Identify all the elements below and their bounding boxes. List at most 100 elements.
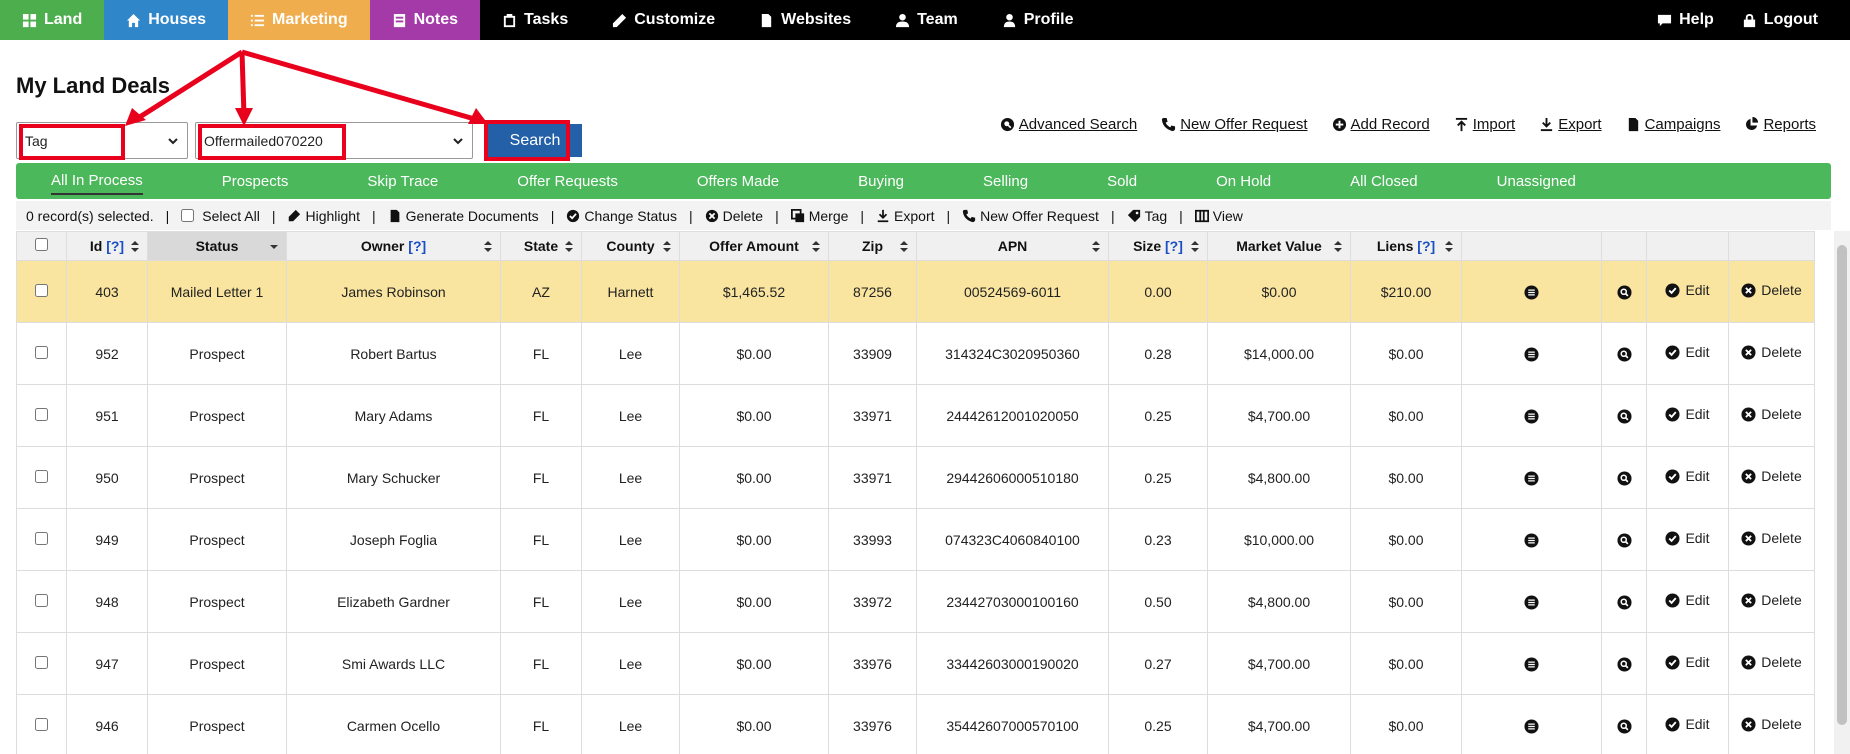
- edit-button[interactable]: Edit: [1665, 592, 1710, 608]
- notes-list-icon[interactable]: [1524, 471, 1539, 486]
- row-checkbox[interactable]: [35, 469, 48, 483]
- notes-list-icon[interactable]: [1524, 595, 1539, 610]
- nav-customize[interactable]: Customize: [590, 0, 738, 40]
- nav-help[interactable]: Help: [1643, 0, 1728, 40]
- view-button[interactable]: View: [1194, 208, 1243, 224]
- column-header-zip[interactable]: Zip: [828, 231, 917, 261]
- select-all-checkbox[interactable]: [181, 209, 195, 222]
- table-row[interactable]: 948 Prospect Elizabeth Gardner FL Lee $0.00 33…: [16, 570, 1815, 633]
- delete-button[interactable]: Delete: [1741, 592, 1802, 608]
- export-link[interactable]: Export: [1539, 116, 1602, 133]
- select-all-toggle[interactable]: Select All: [181, 208, 260, 224]
- tab-skip-trace[interactable]: Skip Trace: [367, 169, 438, 194]
- nav-notes[interactable]: Notes: [369, 0, 481, 40]
- table-row[interactable]: 949 Prospect Joseph Foglia FL Lee $0.00 33993 0…: [16, 508, 1815, 571]
- import-link[interactable]: Import: [1454, 116, 1515, 133]
- notes-list-icon[interactable]: [1524, 409, 1539, 424]
- column-header-size[interactable]: Size [?]: [1108, 231, 1208, 261]
- column-header-liens[interactable]: Liens [?]: [1350, 231, 1462, 261]
- highlight-button[interactable]: Highlight: [287, 208, 360, 224]
- scrollbar[interactable]: [1834, 231, 1850, 754]
- tab-sold[interactable]: Sold: [1107, 169, 1137, 194]
- delete-button[interactable]: Delete: [1741, 344, 1802, 360]
- nav-websites[interactable]: Websites: [737, 0, 874, 40]
- row-checkbox[interactable]: [35, 655, 48, 669]
- notes-list-icon[interactable]: [1524, 719, 1539, 734]
- header-checkbox[interactable]: [35, 238, 48, 251]
- notes-list-icon[interactable]: [1524, 657, 1539, 672]
- campaigns-link[interactable]: Campaigns: [1626, 116, 1720, 133]
- advanced-search-link[interactable]: Advanced Search: [1000, 116, 1137, 133]
- bulk-export-button[interactable]: Export: [876, 208, 935, 224]
- new-offer-request-link[interactable]: New Offer Request: [1161, 116, 1308, 133]
- row-checkbox[interactable]: [35, 407, 48, 421]
- tab-offer-requests[interactable]: Offer Requests: [517, 169, 618, 194]
- help-link[interactable]: [?]: [408, 238, 426, 254]
- column-header-apn[interactable]: APN: [916, 231, 1109, 261]
- help-link[interactable]: [?]: [106, 238, 124, 254]
- delete-button[interactable]: Delete: [1741, 716, 1802, 732]
- merge-button[interactable]: Merge: [790, 208, 848, 224]
- edit-button[interactable]: Edit: [1665, 530, 1710, 546]
- row-checkbox[interactable]: [35, 593, 48, 607]
- table-row[interactable]: 952 Prospect Robert Bartus FL Lee $0.00 33909 3…: [16, 322, 1815, 385]
- help-link[interactable]: [?]: [1417, 238, 1435, 254]
- tag-button[interactable]: Tag: [1127, 208, 1167, 224]
- row-checkbox[interactable]: [35, 717, 48, 731]
- column-header-status[interactable]: Status: [147, 231, 287, 261]
- delete-button[interactable]: Delete: [1741, 530, 1802, 546]
- reports-link[interactable]: Reports: [1744, 116, 1816, 133]
- tab-all-in-process[interactable]: All In Process: [51, 168, 143, 195]
- table-row[interactable]: 947 Prospect Smi Awards LLC FL Lee $0.00 33976…: [16, 632, 1815, 695]
- tab-offers-made[interactable]: Offers Made: [697, 169, 779, 194]
- table-row[interactable]: 946 Prospect Carmen Ocello FL Lee $0.00 33976 3…: [16, 694, 1815, 754]
- edit-button[interactable]: Edit: [1665, 654, 1710, 670]
- bulk-new-offer-button[interactable]: New Offer Request: [962, 208, 1099, 224]
- row-checkbox[interactable]: [35, 345, 48, 359]
- column-header-id[interactable]: Id [?]: [66, 231, 148, 261]
- notes-list-icon[interactable]: [1524, 285, 1539, 300]
- table-row[interactable]: 403 Mailed Letter 1 James Robinson AZ Harnet…: [16, 260, 1815, 323]
- search-icon[interactable]: [1616, 657, 1632, 672]
- delete-button[interactable]: Delete: [1741, 406, 1802, 422]
- tab-selling[interactable]: Selling: [983, 169, 1028, 194]
- nav-marketing[interactable]: Marketing: [228, 0, 370, 40]
- tab-on-hold[interactable]: On Hold: [1216, 169, 1271, 194]
- search-icon[interactable]: [1616, 285, 1632, 300]
- edit-button[interactable]: Edit: [1665, 282, 1710, 298]
- scrollbar-thumb[interactable]: [1837, 245, 1847, 725]
- nav-profile[interactable]: Profile: [979, 0, 1096, 40]
- tab-unassigned[interactable]: Unassigned: [1497, 169, 1576, 194]
- delete-button[interactable]: Delete: [1741, 654, 1802, 670]
- search-icon[interactable]: [1616, 595, 1632, 610]
- delete-button[interactable]: Delete: [1741, 468, 1802, 484]
- change-status-button[interactable]: Change Status: [566, 208, 677, 224]
- table-row[interactable]: 951 Prospect Mary Adams FL Lee $0.00 33971 2444…: [16, 384, 1815, 447]
- edit-button[interactable]: Edit: [1665, 406, 1710, 422]
- column-header-offer-amount[interactable]: Offer Amount: [679, 231, 829, 261]
- edit-button[interactable]: Edit: [1665, 344, 1710, 360]
- tab-prospects[interactable]: Prospects: [222, 169, 289, 194]
- tab-all-closed[interactable]: All Closed: [1350, 169, 1418, 194]
- nav-tasks[interactable]: Tasks: [480, 0, 591, 40]
- column-header-state[interactable]: State: [500, 231, 582, 261]
- nav-houses[interactable]: Houses: [104, 0, 229, 40]
- search-icon[interactable]: [1616, 471, 1632, 486]
- table-row[interactable]: 950 Prospect Mary Schucker FL Lee $0.00 33971 2…: [16, 446, 1815, 509]
- delete-button[interactable]: Delete: [1741, 282, 1802, 298]
- search-icon[interactable]: [1616, 719, 1632, 734]
- generate-documents-button[interactable]: Generate Documents: [388, 208, 539, 224]
- row-checkbox[interactable]: [35, 283, 48, 297]
- edit-button[interactable]: Edit: [1665, 468, 1710, 484]
- column-header-county[interactable]: County: [581, 231, 680, 261]
- search-icon[interactable]: [1616, 409, 1632, 424]
- notes-list-icon[interactable]: [1524, 347, 1539, 362]
- notes-list-icon[interactable]: [1524, 533, 1539, 548]
- add-record-link[interactable]: Add Record: [1332, 116, 1430, 133]
- nav-team[interactable]: Team: [873, 0, 980, 40]
- tab-buying[interactable]: Buying: [858, 169, 904, 194]
- nav-logout[interactable]: Logout: [1728, 0, 1832, 40]
- bulk-delete-button[interactable]: Delete: [705, 208, 763, 224]
- column-header-owner[interactable]: Owner [?]: [286, 231, 501, 261]
- row-checkbox[interactable]: [35, 531, 48, 545]
